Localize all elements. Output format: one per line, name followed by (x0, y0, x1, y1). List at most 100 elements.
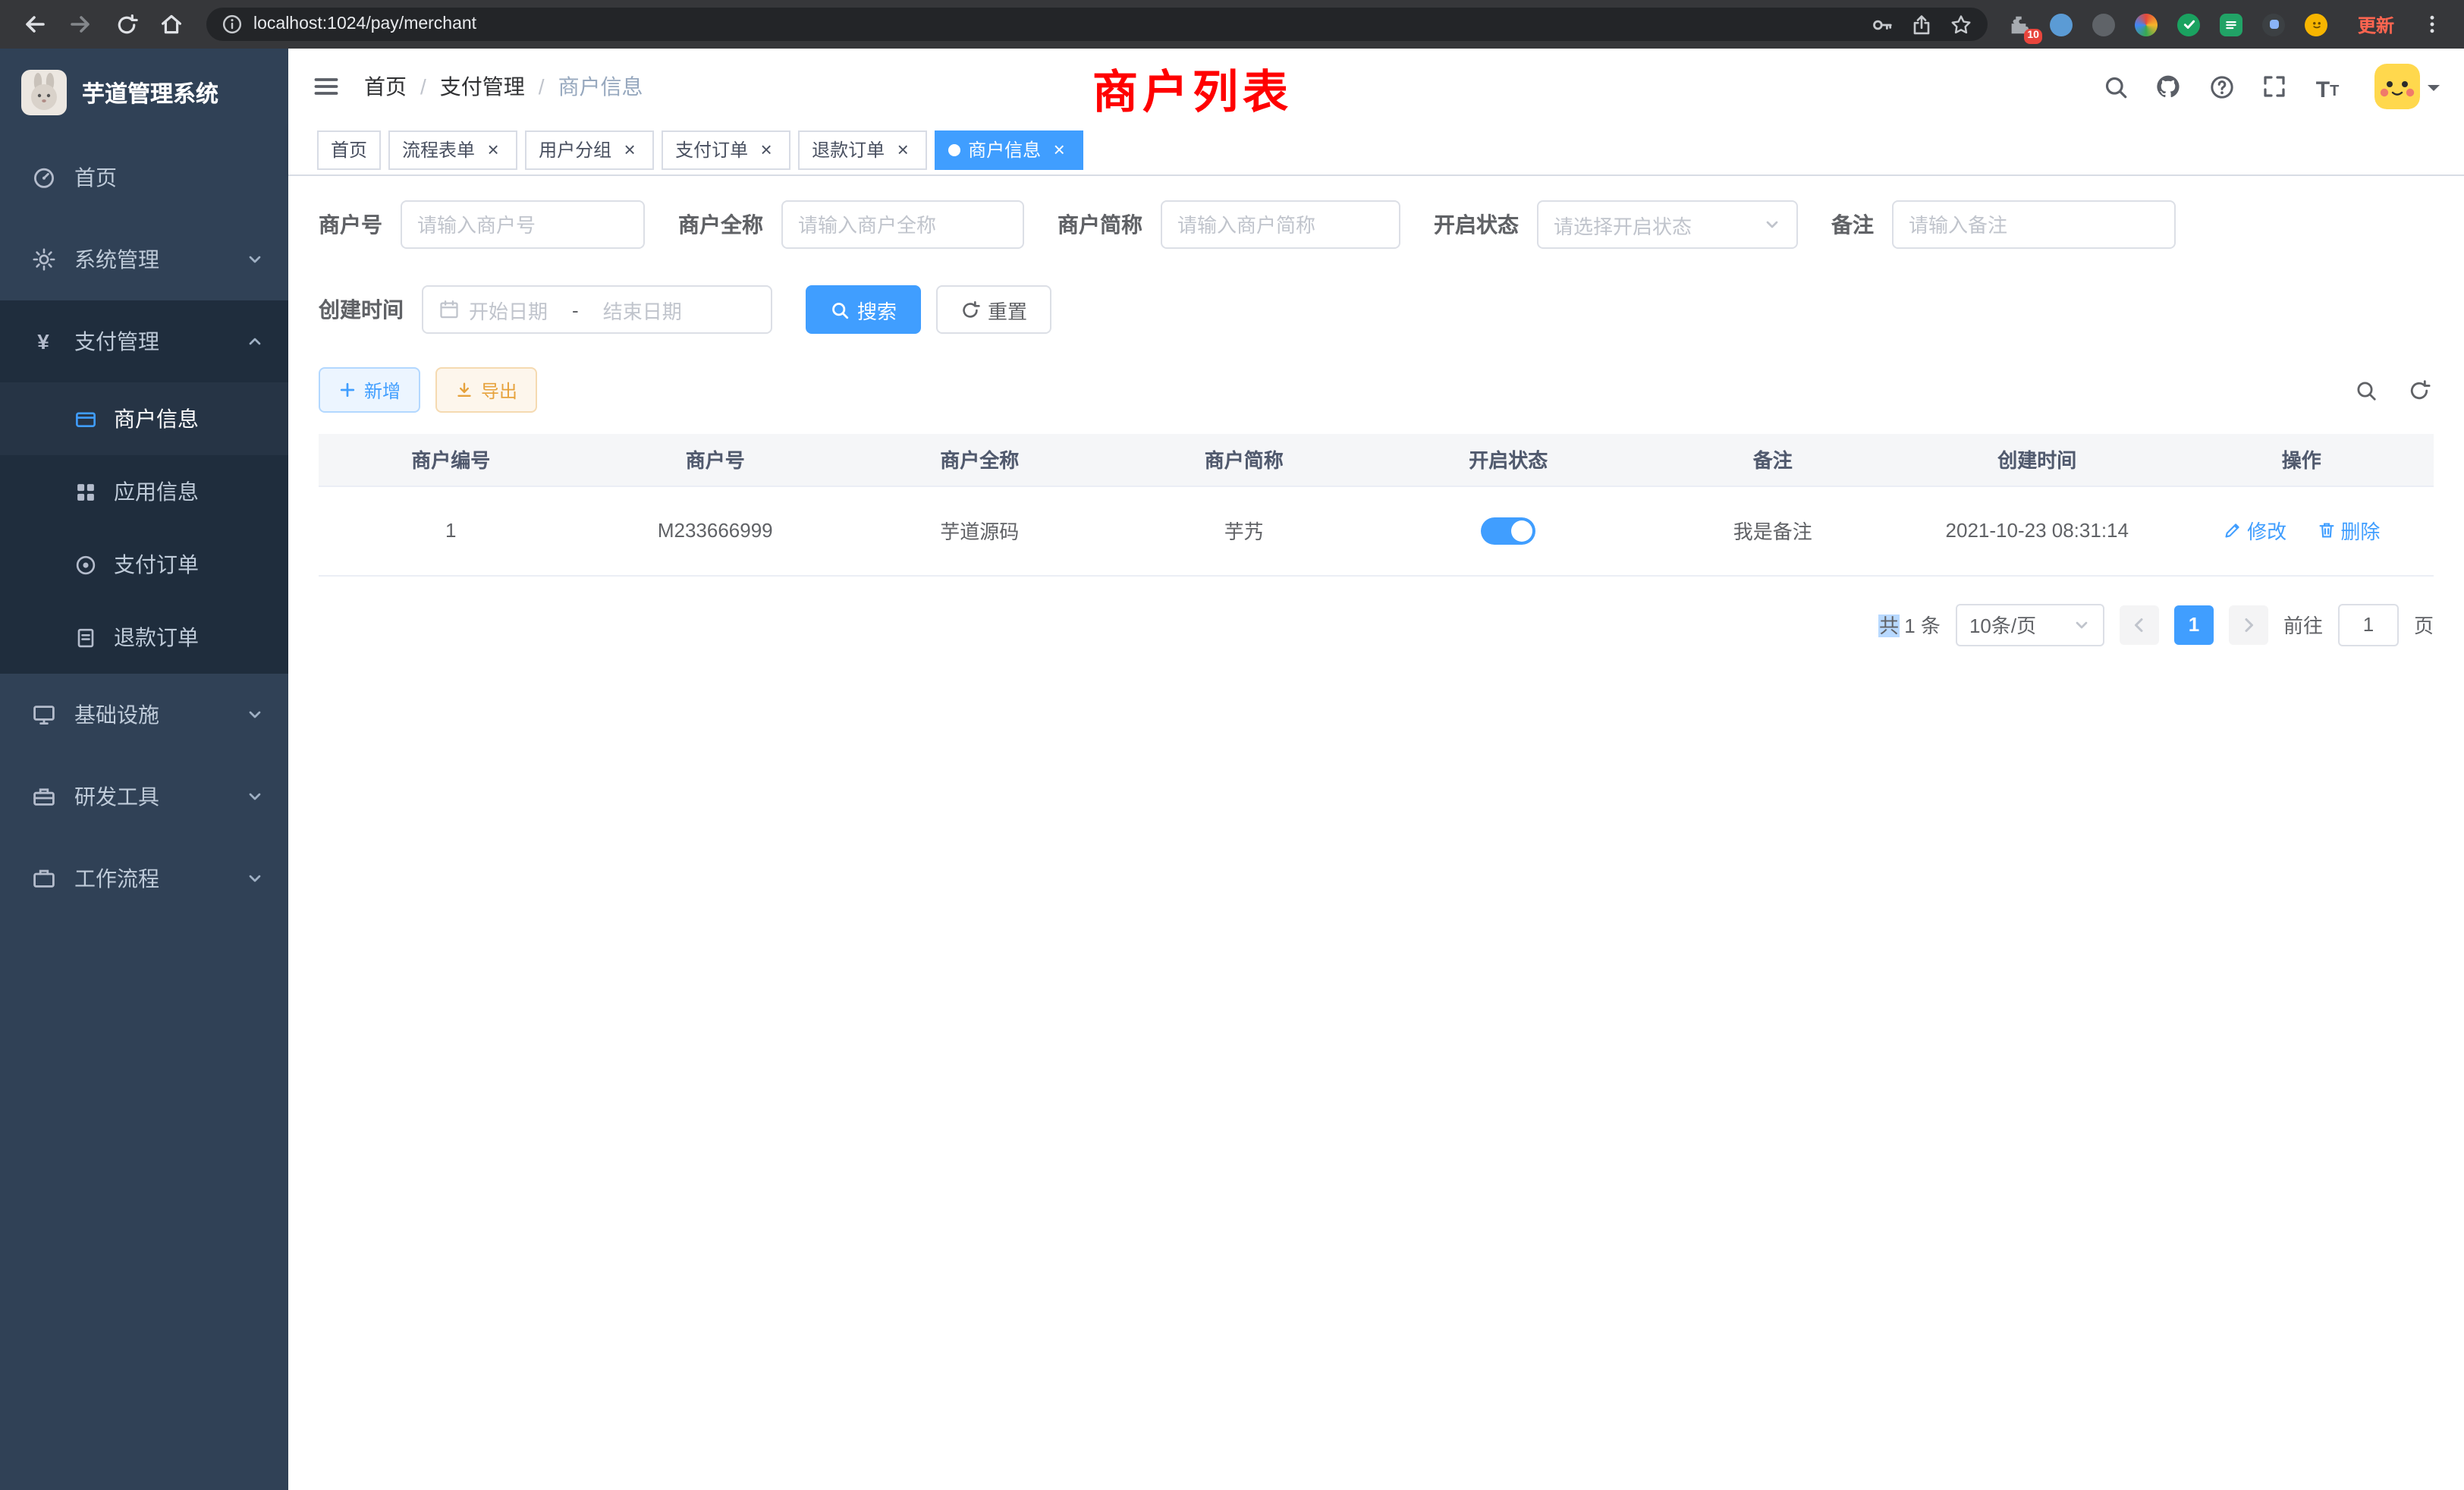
table-header-row: 商户编号 商户号 商户全称 商户简称 开启状态 备注 创建时间 操作 (319, 434, 2434, 486)
help-icon[interactable] (2206, 71, 2236, 102)
cell-short-name: 芋艿 (1112, 486, 1377, 575)
next-page-button[interactable] (2229, 605, 2268, 644)
merchant-no-input (401, 200, 645, 249)
tab-home[interactable]: 首页 (317, 130, 381, 169)
extension-green-check-icon[interactable] (2176, 11, 2203, 38)
tab-process-form[interactable]: 流程表单 × (388, 130, 517, 169)
sidebar-item-refund-order[interactable]: 退款订单 (0, 601, 288, 674)
toggle-search-icon[interactable] (2355, 379, 2378, 401)
tab-refund-order[interactable]: 退款订单 × (798, 130, 927, 169)
filter-label-short-name: 商户简称 (1058, 209, 1142, 240)
sidebar-item-label: 退款订单 (114, 622, 264, 652)
status-toggle[interactable] (1481, 517, 1535, 544)
filter-label-status: 开启状态 (1434, 209, 1519, 240)
document-icon (73, 624, 99, 650)
close-icon[interactable]: × (619, 139, 640, 160)
sidebar-menu: 首页 系统管理 ¥ 支付管理 (0, 137, 288, 919)
breadcrumb-payment[interactable]: 支付管理 (440, 71, 525, 102)
sidebar-item-home[interactable]: 首页 (0, 137, 288, 218)
remark-field[interactable] (1909, 213, 2159, 236)
url-bar[interactable]: localhost:1024/pay/merchant (206, 8, 1988, 41)
site-info-icon[interactable] (222, 14, 243, 35)
sidebar-item-devtools[interactable]: 研发工具 (0, 756, 288, 838)
filter-label-merchant-no: 商户号 (319, 209, 382, 240)
page-size-select[interactable]: 10条/页 (1956, 603, 2104, 646)
back-button[interactable] (17, 6, 53, 42)
page-number-1[interactable]: 1 (2174, 605, 2214, 644)
dashboard-icon (30, 165, 56, 190)
font-size-icon[interactable]: TT (2312, 71, 2343, 102)
close-icon[interactable]: × (892, 139, 913, 160)
sidebar-item-label: 研发工具 (74, 781, 228, 812)
filter-row-1: 商户号 商户全称 商户简称 (319, 200, 2434, 249)
share-icon[interactable] (1910, 13, 1933, 36)
refresh-table-icon[interactable] (2408, 379, 2431, 401)
goto-label: 前往 (2283, 610, 2323, 639)
browser-update-button[interactable]: 更新 (2358, 11, 2394, 37)
table-row: 1 M233666999 芋道源码 芋艿 我是备注 2021-10-23 08:… (319, 486, 2434, 575)
sidebar-item-infrastructure[interactable]: 基础设施 (0, 674, 288, 756)
merchant-no-field[interactable] (417, 213, 628, 236)
prev-page-button[interactable] (2120, 605, 2159, 644)
breadcrumb-home[interactable]: 首页 (364, 71, 407, 102)
search-icon[interactable] (2100, 71, 2130, 102)
search-button[interactable]: 搜索 (806, 285, 921, 334)
tab-user-group[interactable]: 用户分组 × (525, 130, 654, 169)
tabs-bar: 首页 流程表单 × 用户分组 × 支付订单 × 退款订单 × (288, 124, 2464, 176)
short-name-field[interactable] (1177, 213, 1384, 236)
create-time-range-picker[interactable]: 开始日期 - 结束日期 (422, 285, 772, 334)
close-icon[interactable]: × (482, 139, 504, 160)
browser-menu-icon[interactable] (2422, 12, 2443, 36)
forward-button[interactable] (62, 6, 99, 42)
sidebar-item-app-info[interactable]: 应用信息 (0, 455, 288, 528)
col-header-full-name: 商户全称 (847, 434, 1112, 486)
bookmark-star-icon[interactable] (1950, 13, 1972, 36)
extension-color-wheel-icon[interactable] (2133, 11, 2161, 38)
export-button[interactable]: 导出 (435, 367, 537, 413)
chevron-down-icon (246, 787, 264, 806)
breadcrumb-separator: / (420, 74, 426, 99)
sidebar-item-merchant-info[interactable]: 商户信息 (0, 382, 288, 455)
chevron-down-icon (1763, 215, 1781, 234)
tab-merchant-info[interactable]: 商户信息 × (935, 130, 1083, 169)
close-icon[interactable]: × (756, 139, 777, 160)
extensions-puzzle-icon[interactable]: 10 (2006, 11, 2033, 38)
reload-button[interactable] (108, 6, 144, 42)
url-text: localhost:1024/pay/merchant (253, 15, 1871, 33)
search-button-label: 搜索 (857, 295, 897, 324)
col-header-actions: 操作 (2170, 434, 2434, 486)
admin-app: 芋道管理系统 首页 系统管理 (0, 49, 2464, 1490)
fullscreen-icon[interactable] (2259, 71, 2290, 102)
status-select[interactable]: 请选择开启状态 (1537, 200, 1798, 249)
full-name-field[interactable] (798, 213, 1007, 236)
circle-dot-icon (73, 552, 99, 577)
user-menu[interactable] (2374, 64, 2440, 109)
sidebar-item-system[interactable]: 系统管理 (0, 218, 288, 300)
extension-dark-icon[interactable] (2261, 11, 2288, 38)
extension-face-icon[interactable] (2303, 11, 2330, 38)
chevron-down-icon (246, 706, 264, 724)
edit-button[interactable]: 修改 (2223, 516, 2286, 545)
full-name-input (781, 200, 1024, 249)
merchant-table: 商户编号 商户号 商户全称 商户简称 开启状态 备注 创建时间 操作 1 (319, 434, 2434, 576)
sidebar-item-payment[interactable]: ¥ 支付管理 (0, 300, 288, 382)
github-icon[interactable] (2153, 71, 2183, 102)
tab-pay-order[interactable]: 支付订单 × (662, 130, 790, 169)
extension-gray-icon[interactable] (2091, 11, 2118, 38)
delete-button[interactable]: 删除 (2316, 516, 2380, 545)
extension-blue-icon[interactable] (2048, 11, 2076, 38)
main-area: 首页 / 支付管理 / 商户信息 (288, 49, 2464, 1490)
home-button[interactable] (153, 6, 190, 42)
hamburger-icon[interactable] (313, 73, 340, 100)
goto-page-input[interactable] (2338, 603, 2399, 646)
app-logo[interactable]: 芋道管理系统 (0, 49, 288, 137)
extension-green-doc-icon[interactable] (2218, 11, 2246, 38)
reset-button[interactable]: 重置 (936, 285, 1051, 334)
close-icon[interactable]: × (1048, 139, 1070, 160)
sidebar-item-pay-order[interactable]: 支付订单 (0, 528, 288, 601)
sidebar-item-workflow[interactable]: 工作流程 (0, 838, 288, 919)
add-button[interactable]: 新增 (319, 367, 420, 413)
password-key-icon[interactable] (1871, 13, 1894, 36)
app-title: 芋道管理系统 (82, 77, 218, 108)
col-header-status: 开启状态 (1376, 434, 1641, 486)
